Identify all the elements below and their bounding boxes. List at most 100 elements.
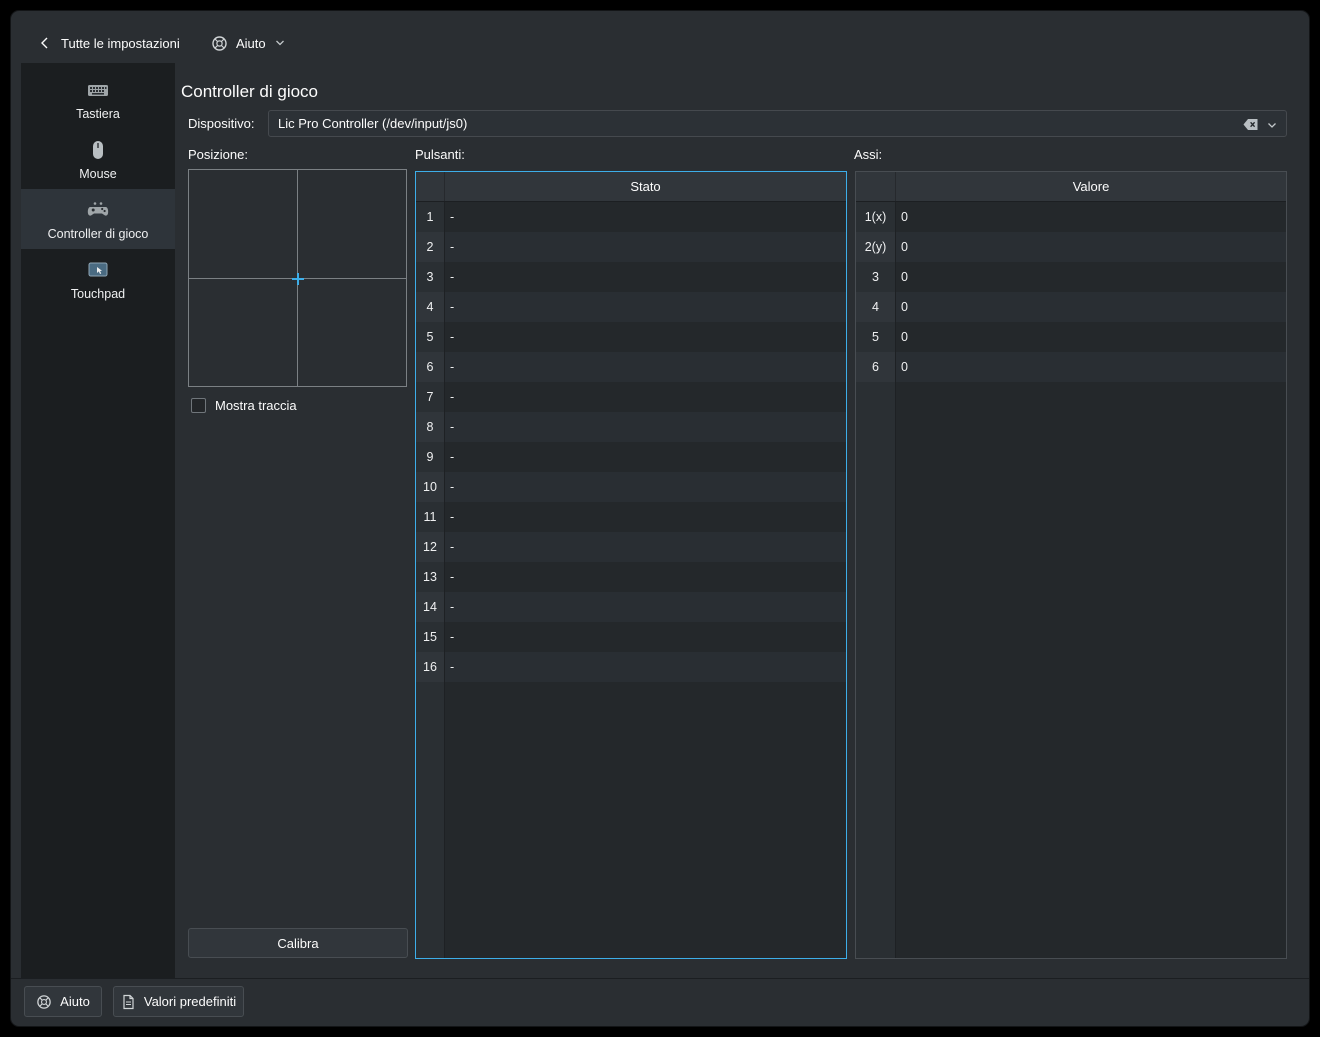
button-row[interactable]: 1- <box>416 202 846 232</box>
buttons-table-body: 1-2-3-4-5-6-7-8-9-10-11-12-13-14-15-16- <box>416 202 846 958</box>
button-state-cell[interactable]: - <box>445 592 846 622</box>
sidebar-item-keyboard[interactable]: Tastiera <box>21 69 175 129</box>
row-number: 10 <box>416 472 445 502</box>
chevron-left-icon <box>37 35 53 51</box>
show-trace-checkbox[interactable]: Mostra traccia <box>191 398 297 413</box>
axis-row[interactable]: 1(x) 0 <box>856 202 1286 232</box>
stick-crosshair <box>297 273 299 285</box>
button-state-cell[interactable]: - <box>445 322 846 352</box>
sidebar-item-touchpad[interactable]: Touchpad <box>21 249 175 309</box>
button-row[interactable]: 16- <box>416 652 846 682</box>
row-number: 5 <box>416 322 445 352</box>
stick-position-view <box>188 169 407 387</box>
sidebar-item-mouse[interactable]: Mouse <box>21 129 175 189</box>
button-row[interactable]: 6- <box>416 352 846 382</box>
chevron-down-icon <box>1266 119 1278 131</box>
help-button[interactable]: Aiuto <box>24 986 102 1017</box>
button-row[interactable]: 15- <box>416 622 846 652</box>
button-state-cell[interactable]: - <box>445 292 846 322</box>
checkbox-box[interactable] <box>191 398 206 413</box>
button-row[interactable]: 9- <box>416 442 846 472</box>
row-number: 9 <box>416 442 445 472</box>
row-number: 2 <box>416 232 445 262</box>
device-combobox[interactable]: Lic Pro Controller (/dev/input/js0) <box>268 110 1287 137</box>
axis-value-cell[interactable]: 0 <box>896 292 1286 322</box>
calibrate-button-label: Calibra <box>277 935 319 951</box>
button-row[interactable]: 3- <box>416 262 846 292</box>
row-number: 11 <box>416 502 445 532</box>
position-label: Posizione: <box>188 147 248 162</box>
help-button-label: Aiuto <box>60 994 90 1009</box>
button-state-cell[interactable]: - <box>445 382 846 412</box>
table-corner <box>856 172 896 201</box>
button-state-cell[interactable]: - <box>445 232 846 262</box>
button-state-cell[interactable]: - <box>445 622 846 652</box>
touchpad-icon <box>86 258 110 282</box>
row-number: 4 <box>416 292 445 322</box>
row-number: 13 <box>416 562 445 592</box>
row-number: 6 <box>416 352 445 382</box>
button-state-cell[interactable]: - <box>445 412 846 442</box>
help-menu-button[interactable]: Aiuto <box>207 28 290 58</box>
axis-row[interactable]: 50 <box>856 322 1286 352</box>
sidebar-item-label: Mouse <box>79 166 117 181</box>
axis-value-cell[interactable]: 0 <box>896 202 1286 232</box>
row-number: 8 <box>416 412 445 442</box>
button-row[interactable]: 5- <box>416 322 846 352</box>
button-row[interactable]: 10- <box>416 472 846 502</box>
button-state-cell[interactable]: - <box>445 472 846 502</box>
axes-table-body: 1(x) 0 2(y) 0 3 0 4 0 5 0 6 0 <box>856 202 1286 958</box>
row-number: 16 <box>416 652 445 682</box>
button-row[interactable]: 13- <box>416 562 846 592</box>
axis-row[interactable]: 30 <box>856 262 1286 292</box>
axis-row[interactable]: 40 <box>856 292 1286 322</box>
button-state-cell[interactable]: - <box>445 652 846 682</box>
keyboard-icon <box>86 78 110 102</box>
clear-icon[interactable] <box>1242 116 1259 133</box>
row-number: 4 <box>856 292 896 322</box>
table-corner <box>416 172 445 201</box>
back-button[interactable]: Tutte le impostazioni <box>33 28 184 58</box>
buttons-table[interactable]: Stato 1-2-3-4-5-6-7-8-9-10-11-12-13-14-1… <box>415 171 847 959</box>
button-state-cell[interactable]: - <box>445 562 846 592</box>
button-state-cell[interactable]: - <box>445 502 846 532</box>
row-number: 5 <box>856 322 896 352</box>
axis-value-cell[interactable]: 0 <box>896 232 1286 262</box>
axes-table-header: Valore <box>856 172 1286 202</box>
axis-row[interactable]: 2(y) 0 <box>856 232 1286 262</box>
button-state-cell[interactable]: - <box>445 532 846 562</box>
axis-value-cell[interactable]: 0 <box>896 322 1286 352</box>
button-row[interactable]: 12- <box>416 532 846 562</box>
sidebar-item-game-controller[interactable]: Controller di gioco <box>21 189 175 249</box>
button-row[interactable]: 4- <box>416 292 846 322</box>
sidebar-item-label: Controller di gioco <box>47 226 149 241</box>
button-row[interactable]: 11- <box>416 502 846 532</box>
button-row[interactable]: 7- <box>416 382 846 412</box>
buttons-table-header: Stato <box>416 172 846 202</box>
row-number: 7 <box>416 382 445 412</box>
lifebuoy-icon <box>36 994 52 1010</box>
button-row[interactable]: 14- <box>416 592 846 622</box>
axis-value-cell[interactable]: 0 <box>896 352 1286 382</box>
system-settings-window: Tutte le impostazioni Aiuto Tastiera Mou… <box>10 10 1310 1027</box>
button-state-cell[interactable]: - <box>445 262 846 292</box>
button-row[interactable]: 8- <box>416 412 846 442</box>
row-number: 1 <box>416 202 445 232</box>
defaults-button[interactable]: Valori predefiniti <box>113 986 244 1017</box>
document-revert-icon <box>121 994 136 1010</box>
axes-table[interactable]: Valore 1(x) 0 2(y) 0 3 0 4 0 5 0 6 0 <box>855 171 1287 959</box>
axes-label: Assi: <box>854 147 883 162</box>
sidebar: Tastiera Mouse Controller di gioco Touch… <box>21 63 175 979</box>
help-menu-label: Aiuto <box>236 35 266 51</box>
axis-row[interactable]: 60 <box>856 352 1286 382</box>
buttons-table-header-label: Stato <box>630 179 661 194</box>
calibrate-button[interactable]: Calibra <box>188 928 408 958</box>
back-button-label: Tutte le impostazioni <box>61 35 180 51</box>
button-state-cell[interactable]: - <box>445 352 846 382</box>
button-state-cell[interactable]: - <box>445 202 846 232</box>
chevron-down-icon <box>274 37 286 49</box>
button-state-cell[interactable]: - <box>445 442 846 472</box>
axis-value-cell[interactable]: 0 <box>896 262 1286 292</box>
row-number: 3 <box>416 262 445 292</box>
button-row[interactable]: 2- <box>416 232 846 262</box>
